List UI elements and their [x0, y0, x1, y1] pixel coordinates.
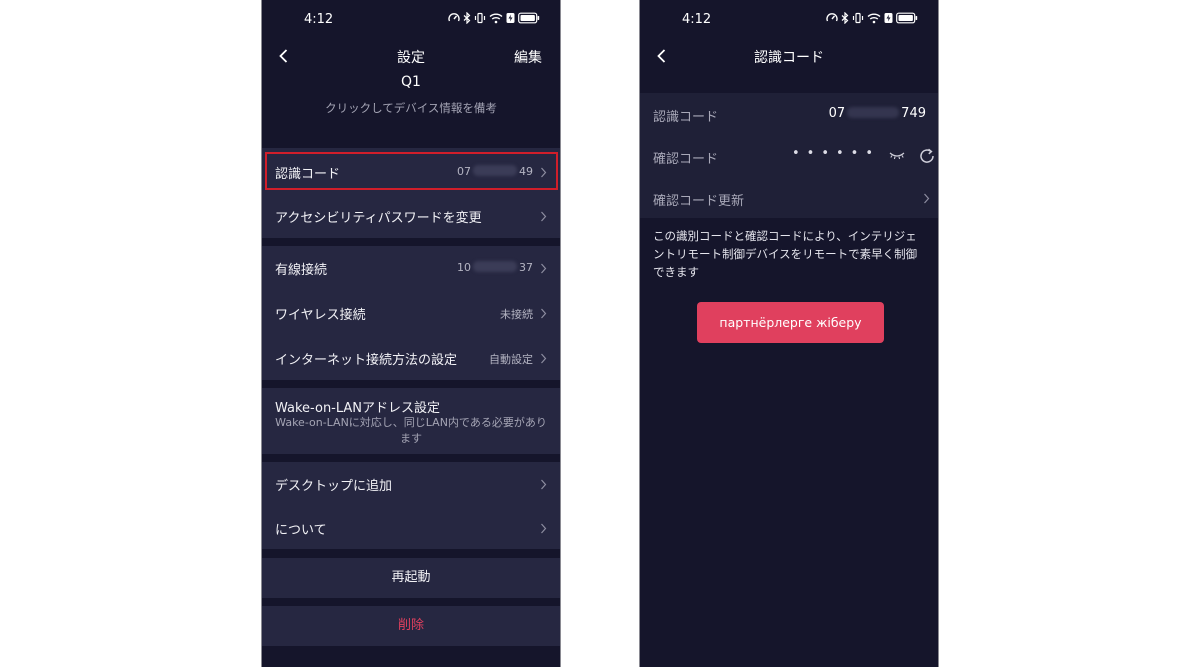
row-label: Wake-on-LANアドレス設定 [275, 401, 441, 416]
settings-group-network: 有線接続 10 37 ワイヤレス接続 未接続 インターネット接続方法の設定 自動設… [262, 246, 560, 380]
update-verification-row[interactable]: 確認コード更新 [640, 177, 938, 219]
page-title: 認識コード [754, 50, 824, 66]
wired-connection-value: 10 37 [457, 261, 533, 274]
chevron-right-icon [924, 193, 930, 204]
identification-code-value: 07 49 [457, 165, 533, 178]
battery-saver-icon [884, 13, 893, 23]
chevron-right-icon [541, 263, 547, 274]
restart-button[interactable]: 再起動 [262, 558, 560, 598]
vibrate-icon [852, 12, 864, 24]
device-name: Q1 [401, 74, 421, 90]
verification-code-masked: •••••• [792, 146, 881, 161]
row-label: 有線接続 [275, 263, 328, 278]
battery-icon [518, 12, 540, 24]
row-label: 認識コード [653, 110, 719, 125]
device-note-link[interactable]: クリックしてデバイス情報を備考 [262, 100, 560, 116]
redacted-mask [473, 165, 517, 176]
accessibility-password-row[interactable]: アクセシビリティパスワードを変更 [262, 194, 560, 238]
internet-method-row[interactable]: インターネット接続方法の設定 自動設定 [262, 336, 560, 380]
nav-bar: 認識コード [640, 40, 938, 72]
settings-group-code: 認識コード 07 49 アクセシビリティパスワードを変更 [262, 148, 560, 238]
status-bar: 4:12 [262, 0, 560, 40]
status-icons [448, 12, 540, 24]
send-to-partners-button[interactable]: партнёрлерге жіберу [697, 302, 884, 343]
chevron-right-icon [541, 353, 547, 364]
redacted-mask [847, 107, 900, 118]
internet-method-value: 自動設定 [489, 353, 533, 366]
redacted-mask [473, 261, 517, 272]
code-description: この識別コードと確認コードにより、インテリジェントリモート制御デバイスをリモート… [653, 229, 918, 279]
battery-saver-icon [506, 13, 515, 23]
row-label: 確認コード更新 [653, 194, 745, 209]
battery-icon [896, 12, 918, 24]
status-time: 4:12 [304, 12, 334, 27]
identification-code-row[interactable]: 認識コード 07 49 [262, 150, 560, 194]
wireless-connection-value: 未接続 [500, 308, 533, 321]
nav-bar: 設定 編集 [262, 40, 560, 72]
code-info-group: 認識コード 07 749 確認コード •••••• 確認コード更新 [640, 93, 938, 218]
bluetooth-icon [841, 12, 849, 24]
verification-code-row: 確認コード •••••• [640, 135, 938, 177]
refresh-icon[interactable] [918, 147, 936, 165]
wake-on-lan-description: Wake-on-LANに対応し、同じLAN内である必要があります [275, 416, 547, 445]
status-bar: 4:12 [640, 0, 938, 40]
wired-connection-row[interactable]: 有線接続 10 37 [262, 246, 560, 290]
chevron-right-icon [541, 308, 547, 319]
status-icons [826, 12, 918, 24]
row-label: デスクトップに追加 [275, 479, 393, 494]
settings-group-misc: デスクトップに追加 について [262, 462, 560, 549]
wifi-icon [867, 13, 881, 24]
identification-code-screen: 4:12 認識コード 認識コード 07 749 確認コード •••••• 確認コー… [639, 0, 939, 667]
wireless-connection-row[interactable]: ワイヤレス接続 未接続 [262, 291, 560, 335]
delete-button[interactable]: 削除 [262, 606, 560, 646]
identification-code-row: 認識コード 07 749 [640, 93, 938, 135]
edit-button[interactable]: 編集 [514, 47, 542, 67]
eye-closed-icon[interactable] [889, 151, 905, 161]
add-to-desktop-row[interactable]: デスクトップに追加 [262, 462, 560, 506]
chevron-right-icon [541, 479, 547, 490]
wifi-icon [489, 13, 503, 24]
row-label: アクセシビリティパスワードを変更 [275, 211, 482, 226]
chevron-right-icon [541, 167, 547, 178]
row-label: インターネット接続方法の設定 [275, 353, 458, 368]
row-label: 認識コード [275, 167, 341, 182]
row-label: 確認コード [653, 152, 719, 167]
row-label: ワイヤレス接続 [275, 308, 366, 323]
chevron-right-icon [541, 211, 547, 222]
row-label: について [275, 523, 327, 538]
status-time: 4:12 [682, 12, 712, 27]
speedometer-icon [826, 13, 838, 22]
about-row[interactable]: について [262, 506, 560, 550]
wake-on-lan-row[interactable]: Wake-on-LANアドレス設定 Wake-on-LANに対応し、同じLAN内… [262, 388, 560, 454]
bluetooth-icon [463, 12, 471, 24]
chevron-right-icon [541, 523, 547, 534]
speedometer-icon [448, 13, 460, 22]
settings-screen: 4:12 設定 編集 Q1 クリックしてデバイス情報を備考 認識コード 07 49… [261, 0, 561, 667]
settings-group-wol: Wake-on-LANアドレス設定 Wake-on-LANに対応し、同じLAN内… [262, 388, 560, 454]
identification-code-value: 07 749 [828, 106, 926, 121]
vibrate-icon [474, 12, 486, 24]
